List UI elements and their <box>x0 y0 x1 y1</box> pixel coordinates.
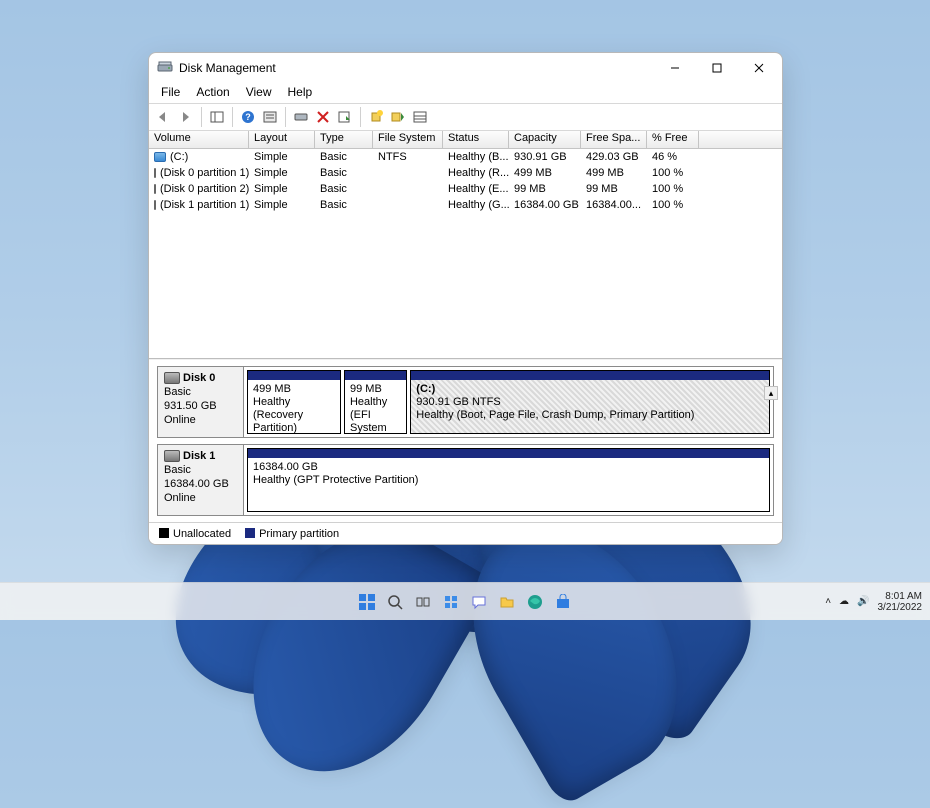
search-icon[interactable] <box>384 591 406 613</box>
volume-list-header: Volume Layout Type File System Status Ca… <box>149 131 782 149</box>
partition[interactable]: 16384.00 GBHealthy (GPT Protective Parti… <box>247 448 770 512</box>
partition[interactable]: (C:)930.91 GB NTFSHealthy (Boot, Page Fi… <box>410 370 770 434</box>
volume-row[interactable]: (C:)SimpleBasicNTFSHealthy (B...930.91 G… <box>149 149 782 165</box>
taskbar-tray[interactable]: ˄ ☁ 🔊 8:01 AM 3/21/2022 <box>825 591 922 613</box>
disk-icon <box>164 450 180 462</box>
partition[interactable]: 99 MBHealthy (EFI System <box>344 370 407 434</box>
drive-icon <box>154 200 156 210</box>
maximize-button[interactable] <box>696 54 738 82</box>
cloud-icon[interactable]: ☁ <box>839 596 849 607</box>
disk-management-icon <box>157 60 173 76</box>
taskbar-center <box>356 591 574 613</box>
col-type[interactable]: Type <box>315 131 373 148</box>
drive-icon <box>154 152 166 162</box>
legend-primary: Primary partition <box>245 528 339 540</box>
new-volume-button[interactable] <box>365 106 387 128</box>
help-button[interactable]: ? <box>237 106 259 128</box>
chat-icon[interactable] <box>468 591 490 613</box>
clock[interactable]: 8:01 AM 3/21/2022 <box>878 591 923 613</box>
volume-list[interactable]: Volume Layout Type File System Status Ca… <box>149 131 782 359</box>
delete-button[interactable] <box>312 106 334 128</box>
disk-icon <box>164 372 180 384</box>
toolbar-divider <box>285 107 286 127</box>
store-icon[interactable] <box>552 591 574 613</box>
edge-icon[interactable] <box>524 591 546 613</box>
refresh-button[interactable] <box>290 106 312 128</box>
scroll-up-button[interactable]: ▴ <box>764 386 778 400</box>
partition[interactable]: 499 MBHealthy (Recovery Partition) <box>247 370 341 434</box>
disk-map: ▴ Disk 0Basic931.50 GBOnline499 MBHealth… <box>149 359 782 544</box>
disk-row: Disk 1Basic16384.00 GBOnline16384.00 GBH… <box>157 444 774 516</box>
legend-unallocated: Unallocated <box>159 528 231 540</box>
svg-text:?: ? <box>245 112 251 122</box>
col-volume[interactable]: Volume <box>149 131 249 148</box>
volume-row[interactable]: (Disk 0 partition 1)SimpleBasicHealthy (… <box>149 165 782 181</box>
widgets-icon[interactable] <box>440 591 462 613</box>
toolbar-divider <box>232 107 233 127</box>
col-status[interactable]: Status <box>443 131 509 148</box>
explorer-icon[interactable] <box>496 591 518 613</box>
menu-file[interactable]: File <box>153 83 188 103</box>
list-view-button[interactable] <box>409 106 431 128</box>
col-freespace[interactable]: Free Spa... <box>581 131 647 148</box>
col-filesystem[interactable]: File System <box>373 131 443 148</box>
volume-row[interactable]: (Disk 1 partition 1)SimpleBasicHealthy (… <box>149 197 782 213</box>
drive-icon <box>154 184 156 194</box>
titlebar[interactable]: Disk Management <box>149 53 782 83</box>
col-layout[interactable]: Layout <box>249 131 315 148</box>
volume-row[interactable]: (Disk 0 partition 2)SimpleBasicHealthy (… <box>149 181 782 197</box>
disk-info[interactable]: Disk 1Basic16384.00 GBOnline <box>158 445 244 515</box>
taskview-icon[interactable] <box>412 591 434 613</box>
disk-row: Disk 0Basic931.50 GBOnline499 MBHealthy … <box>157 366 774 438</box>
toolbar-divider <box>360 107 361 127</box>
legend: Unallocated Primary partition <box>149 522 782 544</box>
close-button[interactable] <box>738 54 780 82</box>
drive-icon <box>154 168 156 178</box>
window-title: Disk Management <box>179 61 654 75</box>
back-button[interactable] <box>153 106 175 128</box>
start-button[interactable] <box>356 591 378 613</box>
toolbar-divider <box>201 107 202 127</box>
action-button[interactable] <box>334 106 356 128</box>
properties-button[interactable] <box>259 106 281 128</box>
extend-volume-button[interactable] <box>387 106 409 128</box>
taskbar[interactable]: ˄ ☁ 🔊 8:01 AM 3/21/2022 <box>0 582 930 620</box>
col-capacity[interactable]: Capacity <box>509 131 581 148</box>
menu-view[interactable]: View <box>238 83 280 103</box>
menubar: File Action View Help <box>149 83 782 103</box>
toolbar: ? <box>149 103 782 131</box>
disk-management-window: Disk Management File Action View Help ? … <box>148 52 783 545</box>
chevron-up-icon[interactable]: ˄ <box>825 596 831 607</box>
disk-info[interactable]: Disk 0Basic931.50 GBOnline <box>158 367 244 437</box>
menu-help[interactable]: Help <box>280 83 321 103</box>
show-hide-tree-button[interactable] <box>206 106 228 128</box>
forward-button[interactable] <box>175 106 197 128</box>
minimize-button[interactable] <box>654 54 696 82</box>
col-pctfree[interactable]: % Free <box>647 131 699 148</box>
menu-action[interactable]: Action <box>188 83 237 103</box>
volume-icon[interactable]: 🔊 <box>857 596 869 607</box>
